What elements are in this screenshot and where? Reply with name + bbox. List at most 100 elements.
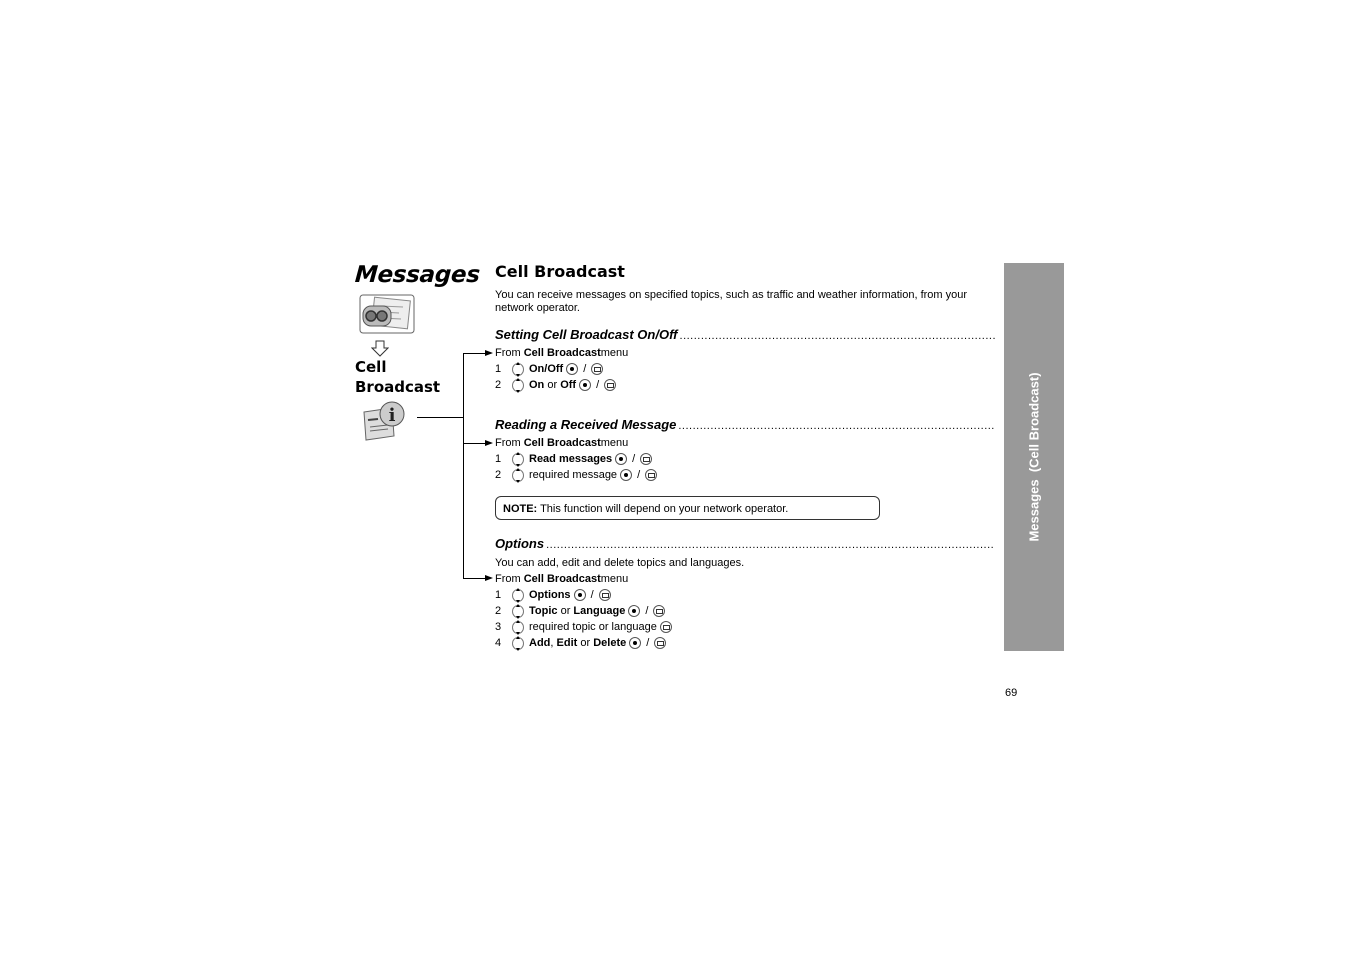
step-label: Delete [593, 637, 627, 649]
connector-line [417, 417, 464, 418]
separator: / [590, 589, 594, 601]
separator: / [645, 605, 649, 617]
step-row: 1 Options / [495, 587, 614, 603]
down-arrow-icon [370, 340, 390, 358]
note-text: This function will depend on your networ… [537, 503, 789, 515]
step-row: 3 required topic or language [495, 619, 675, 635]
from-prefix: From [495, 573, 521, 585]
step-label: Topic [529, 605, 558, 617]
ok-key-icon [628, 605, 641, 617]
soft-key-icon [598, 589, 611, 601]
step-text: required message [529, 469, 618, 481]
subsection-heading: Options ................................… [495, 536, 995, 552]
ok-key-icon [629, 637, 642, 649]
submenu-title: Cell Broadcast [355, 357, 440, 397]
subsection-intro: You can add, edit and delete topics and … [495, 555, 744, 571]
separator: / [596, 379, 600, 391]
step-number: 4 [495, 637, 502, 649]
step-label: On/Off [529, 363, 564, 375]
step-row: 2 Topic or Language / [495, 603, 668, 619]
svg-text:i: i [389, 405, 396, 426]
step-text: required topic or language [529, 621, 657, 633]
step-number: 2 [495, 605, 502, 617]
step-label: Options [529, 589, 571, 601]
chapter-tab-label: Messages (Cell Broadcast) [1026, 372, 1042, 542]
soft-key-icon [654, 637, 667, 649]
from-prefix: From [495, 347, 521, 359]
leader-dots: ........................................… [679, 330, 995, 342]
nav-key-icon [512, 467, 524, 483]
step-row: 4 Add, Edit or Delete / [495, 635, 669, 651]
step-number: 2 [495, 469, 502, 481]
step-row: 1 Read messages / [495, 451, 655, 467]
connector-trunk [463, 353, 464, 579]
ok-key-icon [566, 363, 579, 375]
step-text: or [577, 637, 594, 649]
step-label: Read messages [529, 453, 613, 465]
menu-name: Cell Broadcast [523, 437, 601, 449]
step-label: On [529, 379, 545, 391]
note-box: NOTE: This function will depend on your … [495, 496, 880, 520]
soft-key-icon [604, 379, 617, 391]
ok-key-icon [620, 469, 633, 481]
leader-dots: ........................................… [678, 420, 995, 432]
section-title: Cell Broadcast [495, 262, 625, 281]
chapter-title: Messages [354, 262, 481, 288]
soft-key-icon [653, 605, 666, 617]
soft-key-icon [591, 363, 604, 375]
step-number: 1 [495, 363, 502, 375]
from-suffix: menu [600, 573, 629, 585]
soft-key-icon [645, 469, 658, 481]
arrow-icon [485, 440, 493, 446]
submenu-title-line1: Cell [355, 358, 387, 376]
messages-icon [359, 294, 415, 334]
submenu-title-line2: Broadcast [355, 378, 441, 396]
step-text: or [557, 605, 574, 617]
from-menu-line: From Cell Broadcast menu [495, 435, 628, 451]
nav-key-icon [512, 377, 524, 393]
leader-dots: ........................................… [546, 539, 995, 551]
subsection-heading: Reading a Received Message .............… [495, 417, 995, 433]
connector-branch [463, 443, 487, 444]
separator: / [632, 453, 636, 465]
connector-branch [463, 353, 487, 354]
separator: / [646, 637, 650, 649]
nav-key-icon [512, 619, 524, 635]
step-label: Add [529, 637, 551, 649]
from-menu-line: From Cell Broadcast menu [495, 345, 628, 361]
intro-text: You can add, edit and delete topics and … [495, 557, 745, 569]
step-number: 1 [495, 453, 502, 465]
step-number: 2 [495, 379, 502, 391]
soft-key-icon [659, 621, 672, 633]
from-suffix: menu [600, 437, 629, 449]
section-intro: You can receive messages on specified to… [495, 289, 968, 314]
menu-name: Cell Broadcast [523, 347, 601, 359]
step-row: 1 On/Off / [495, 361, 606, 377]
heading-text: Options [495, 536, 545, 551]
step-label: Off [560, 379, 577, 391]
cell-broadcast-info-icon: i [362, 400, 408, 442]
note-label: NOTE: [503, 503, 538, 515]
nav-key-icon [512, 587, 524, 603]
arrow-icon [485, 575, 493, 581]
separator: / [583, 363, 587, 375]
menu-name: Cell Broadcast [523, 573, 601, 585]
page-number: 69 [1005, 687, 1018, 699]
separator: / [637, 469, 641, 481]
ok-key-icon [579, 379, 592, 391]
nav-key-icon [512, 603, 524, 619]
arrow-icon [485, 350, 493, 356]
ok-key-icon [573, 589, 586, 601]
connector-branch [463, 578, 487, 579]
nav-key-icon [512, 361, 524, 377]
from-prefix: From [495, 437, 521, 449]
step-row: 2 required message / [495, 467, 660, 483]
nav-key-icon [512, 635, 524, 651]
from-menu-line: From Cell Broadcast menu [495, 571, 628, 587]
soft-key-icon [640, 453, 653, 465]
heading-text: Reading a Received Message [495, 417, 677, 432]
subsection-heading: Setting Cell Broadcast On/Off ..........… [495, 327, 995, 343]
heading-text: Setting Cell Broadcast On/Off [495, 327, 678, 342]
step-label: Language [573, 605, 626, 617]
step-label: Edit [556, 637, 578, 649]
